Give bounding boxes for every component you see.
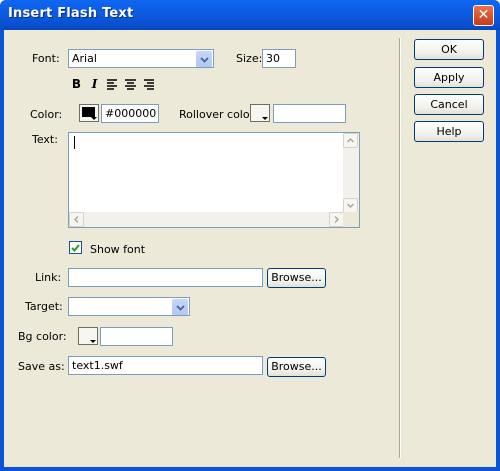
- dropdown-triangle-icon: [90, 340, 96, 343]
- italic-button[interactable]: I: [86, 76, 103, 93]
- color-swatch-fill: [82, 107, 95, 117]
- color-label: Color:: [30, 108, 63, 121]
- dialog-title: Insert Flash Text: [8, 6, 134, 21]
- scroll-right-icon: [334, 216, 339, 223]
- font-label: Font:: [32, 52, 60, 65]
- vertical-divider: [399, 38, 401, 458]
- save-as-label: Save as:: [18, 360, 65, 373]
- bold-button[interactable]: B: [68, 76, 85, 93]
- help-button[interactable]: Help: [414, 121, 484, 142]
- align-right-button[interactable]: [140, 76, 157, 93]
- font-select[interactable]: Arial: [68, 49, 214, 68]
- color-swatch-button[interactable]: [79, 104, 99, 122]
- scroll-down-button[interactable]: [343, 198, 358, 213]
- bg-color-label: Bg color:: [18, 330, 67, 343]
- size-input-value: 30: [266, 52, 280, 65]
- dialog-body: Font: Arial Size: 30 B I Color: #000000 …: [4, 30, 496, 467]
- chevron-down-icon: [196, 51, 212, 67]
- link-label: Link:: [35, 271, 62, 284]
- dropdown-triangle-icon: [91, 117, 97, 120]
- save-as-input[interactable]: text1.swf: [68, 356, 263, 375]
- insert-flash-text-dialog: Insert Flash Text ✕ Font: Arial Size: 30…: [0, 0, 500, 471]
- bg-color-swatch-button[interactable]: [78, 327, 98, 345]
- show-font-label[interactable]: Show font: [90, 243, 145, 256]
- save-as-input-value: text1.swf: [72, 359, 123, 372]
- save-as-browse-button[interactable]: Browse...: [267, 357, 326, 377]
- chevron-down-icon: [172, 299, 188, 315]
- close-icon: ✕: [477, 7, 490, 23]
- text-area[interactable]: [68, 132, 360, 228]
- link-input[interactable]: [68, 268, 263, 287]
- ok-button[interactable]: OK: [414, 39, 484, 60]
- color-hex-input[interactable]: #000000: [101, 104, 159, 123]
- scrollbar-corner: [343, 212, 359, 227]
- color-hex-value: #000000: [105, 107, 157, 120]
- title-bar[interactable]: Insert Flash Text ✕: [0, 0, 500, 30]
- rollover-color-swatch-button[interactable]: [250, 104, 270, 122]
- checkmark-icon: [71, 243, 80, 252]
- scroll-right-button[interactable]: [329, 212, 344, 227]
- font-select-value: Arial: [72, 52, 97, 65]
- scroll-down-icon: [347, 203, 354, 208]
- text-caret: [74, 136, 75, 149]
- align-center-icon: [125, 79, 136, 90]
- close-button[interactable]: ✕: [473, 5, 494, 26]
- size-input[interactable]: 30: [262, 49, 296, 68]
- scroll-left-button[interactable]: [69, 212, 84, 227]
- target-label: Target:: [25, 300, 63, 313]
- scroll-up-icon: [347, 138, 354, 143]
- align-left-icon: [107, 79, 117, 90]
- apply-button[interactable]: Apply: [414, 67, 484, 88]
- scroll-up-button[interactable]: [343, 133, 358, 148]
- vertical-scrollbar[interactable]: [343, 133, 359, 213]
- align-center-button[interactable]: [122, 76, 139, 93]
- align-left-button[interactable]: [104, 76, 121, 93]
- rollover-color-label: Rollover color:: [179, 108, 258, 121]
- show-font-checkbox[interactable]: [69, 241, 82, 254]
- scroll-left-icon: [74, 216, 79, 223]
- link-browse-button[interactable]: Browse...: [267, 268, 326, 288]
- horizontal-scrollbar[interactable]: [69, 212, 344, 227]
- size-label: Size:: [236, 52, 263, 65]
- cancel-button[interactable]: Cancel: [414, 94, 484, 115]
- text-label: Text:: [32, 133, 58, 146]
- rollover-color-input[interactable]: [273, 104, 346, 123]
- bg-color-input[interactable]: [100, 327, 173, 346]
- dropdown-triangle-icon: [262, 117, 268, 120]
- target-select[interactable]: [68, 297, 190, 316]
- align-right-icon: [144, 79, 154, 90]
